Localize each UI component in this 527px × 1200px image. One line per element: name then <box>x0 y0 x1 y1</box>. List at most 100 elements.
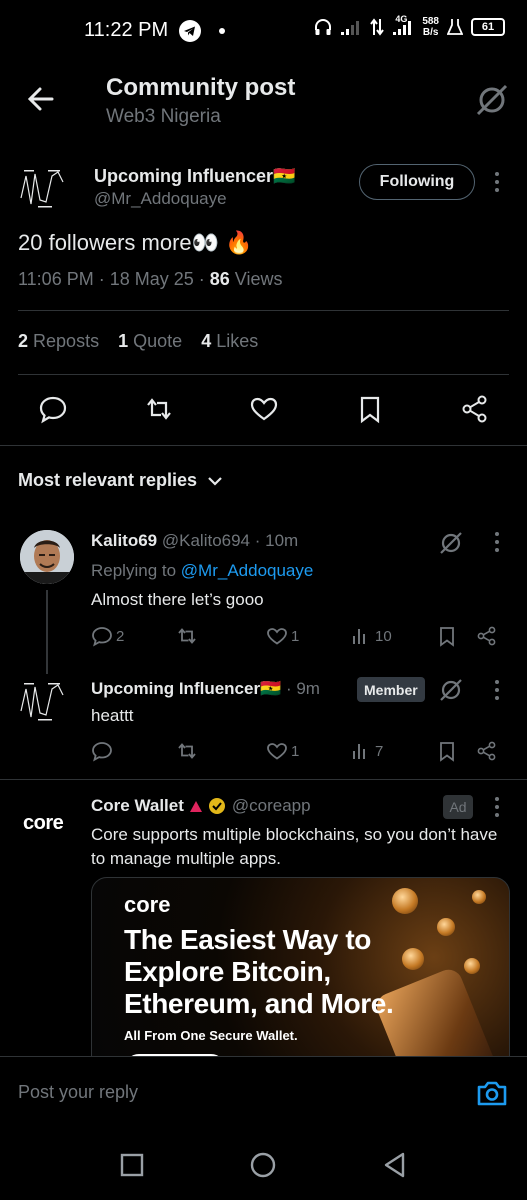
quotes-count: 1 <box>118 331 129 351</box>
quotes-stat[interactable]: 1 Quote <box>118 331 182 351</box>
ad-card-image[interactable]: core The Easiest Way to Explore Bitcoin,… <box>91 877 510 1077</box>
reply-author-name: Upcoming Influencer🇬🇭 <box>91 679 282 698</box>
telegram-icon <box>179 20 201 42</box>
signal-icon <box>340 18 362 36</box>
divider <box>18 310 509 311</box>
reply-action-bar: 2 1 10 <box>0 625 527 651</box>
grok-icon[interactable] <box>474 82 510 118</box>
status-icons: 4G 588 B/s 61 <box>314 14 505 38</box>
like-count: 1 <box>291 742 300 760</box>
ad-author-handle: @coreapp <box>231 796 311 815</box>
share-icon[interactable] <box>460 394 490 424</box>
battery-level: 61 <box>481 21 495 33</box>
bookmark-icon[interactable] <box>436 740 458 762</box>
replying-to: Replying to @Mr_Addoquaye <box>91 561 313 581</box>
system-nav-bar <box>0 1125 527 1200</box>
post-action-bar <box>0 390 527 430</box>
reply-icon[interactable]: 2 <box>91 625 124 647</box>
speed-unit: B/s <box>422 27 439 38</box>
like-icon[interactable]: 1 <box>266 740 299 762</box>
divider <box>0 445 527 446</box>
camera-icon[interactable] <box>476 1078 508 1108</box>
like-icon[interactable] <box>249 394 279 424</box>
reply-author-handle: · 9m <box>281 679 320 698</box>
more-options-icon[interactable] <box>494 172 500 194</box>
network-type: 4G <box>395 14 408 24</box>
bookmark-icon[interactable] <box>436 625 458 647</box>
more-options-icon[interactable] <box>494 680 500 702</box>
back-arrow-icon[interactable] <box>26 84 56 114</box>
status-bar: 11:22 PM 4G 588 B/s 61 <box>0 0 527 62</box>
reply-input[interactable]: Post your reply <box>18 1082 138 1103</box>
ad-card-brand: core <box>124 892 171 917</box>
notification-dot <box>219 28 225 34</box>
ad-author-name: Core Wallet <box>91 796 184 815</box>
reply-icon[interactable] <box>38 394 68 424</box>
share-icon[interactable] <box>476 740 498 762</box>
likes-count: 4 <box>201 331 212 351</box>
speed-value: 588 <box>422 16 439 27</box>
reply-avatar[interactable] <box>18 677 66 725</box>
data-arrows-icon <box>370 18 385 36</box>
author-handle[interactable]: @Mr_Addoquaye <box>94 189 227 209</box>
reply-author-handle: @Kalito694 · 10m <box>157 531 299 550</box>
ad-tag: Ad <box>443 795 473 819</box>
coin-graphic <box>437 918 455 936</box>
more-options-icon[interactable] <box>494 532 500 554</box>
battery-icon: 61 <box>471 18 505 36</box>
post-stats: 2 Reposts 1 Quote 4 Likes <box>18 331 272 352</box>
reply-avatar[interactable] <box>20 530 74 584</box>
repost-icon[interactable] <box>176 740 198 762</box>
views-count: 86 <box>209 269 230 289</box>
reply-count: 2 <box>116 627 125 645</box>
reply-author[interactable]: Kalito69 @Kalito694 · 10m <box>91 531 298 551</box>
grok-icon[interactable] <box>438 677 464 703</box>
headphones-icon <box>314 18 332 36</box>
more-options-icon[interactable] <box>494 797 500 819</box>
gold-verified-icon <box>208 797 226 815</box>
like-icon[interactable]: 1 <box>266 625 299 647</box>
share-icon[interactable] <box>476 625 498 647</box>
home-circle-icon[interactable] <box>249 1151 277 1179</box>
author-avatar[interactable] <box>18 164 66 212</box>
back-triangle-icon[interactable] <box>381 1151 409 1179</box>
reposts-count: 2 <box>18 331 29 351</box>
lab-icon <box>447 18 463 36</box>
status-time: 11:22 PM <box>84 19 169 41</box>
grok-icon[interactable] <box>438 530 464 556</box>
author-name[interactable]: Upcoming Influencer🇬🇭 <box>94 166 295 187</box>
following-button[interactable]: Following <box>359 164 475 200</box>
coin-graphic <box>392 888 418 914</box>
reply-author[interactable]: Upcoming Influencer🇬🇭 · 9m <box>91 679 320 699</box>
post-time: 11:06 PM · 18 May 25 · <box>18 269 210 289</box>
like-count: 1 <box>291 627 300 645</box>
reposts-stat[interactable]: 2 Reposts <box>18 331 99 351</box>
reply-icon[interactable] <box>91 740 113 762</box>
repost-icon[interactable] <box>176 625 198 647</box>
likes-label: Likes <box>216 331 259 351</box>
replies-sort-dropdown[interactable]: Most relevant replies <box>18 470 223 491</box>
network-speed: 588 B/s <box>422 16 439 38</box>
reposts-label: Reposts <box>33 331 100 351</box>
replies-sort-label: Most relevant replies <box>18 470 198 490</box>
views-count: 10 <box>375 627 392 645</box>
likes-stat[interactable]: 4 Likes <box>201 331 258 351</box>
views-label: Views <box>229 269 283 289</box>
post-text: 20 followers more👀 🔥 <box>18 230 253 255</box>
views-icon[interactable]: 10 <box>350 625 392 647</box>
repost-icon[interactable] <box>144 394 174 424</box>
core-logo[interactable]: core <box>23 812 64 835</box>
replying-to-link[interactable]: @Mr_Addoquaye <box>181 561 314 580</box>
recents-square-icon[interactable] <box>118 1151 146 1179</box>
ad-card-headline: The Easiest Way to Explore Bitcoin, Ethe… <box>124 924 394 1019</box>
bookmark-icon[interactable] <box>355 394 385 424</box>
reply-text: heattt <box>91 706 134 725</box>
red-triangle-icon <box>189 800 202 812</box>
ad-card-subline: All From One Secure Wallet. <box>124 1028 298 1043</box>
views-icon[interactable]: 7 <box>350 740 383 762</box>
post-meta: 11:06 PM · 18 May 25 · 86 Views <box>18 269 283 290</box>
chevron-down-icon <box>207 475 223 487</box>
page-title: Community post <box>106 74 296 101</box>
community-name[interactable]: Web3 Nigeria <box>106 106 221 128</box>
ad-author[interactable]: Core Wallet @coreapp <box>91 796 311 816</box>
